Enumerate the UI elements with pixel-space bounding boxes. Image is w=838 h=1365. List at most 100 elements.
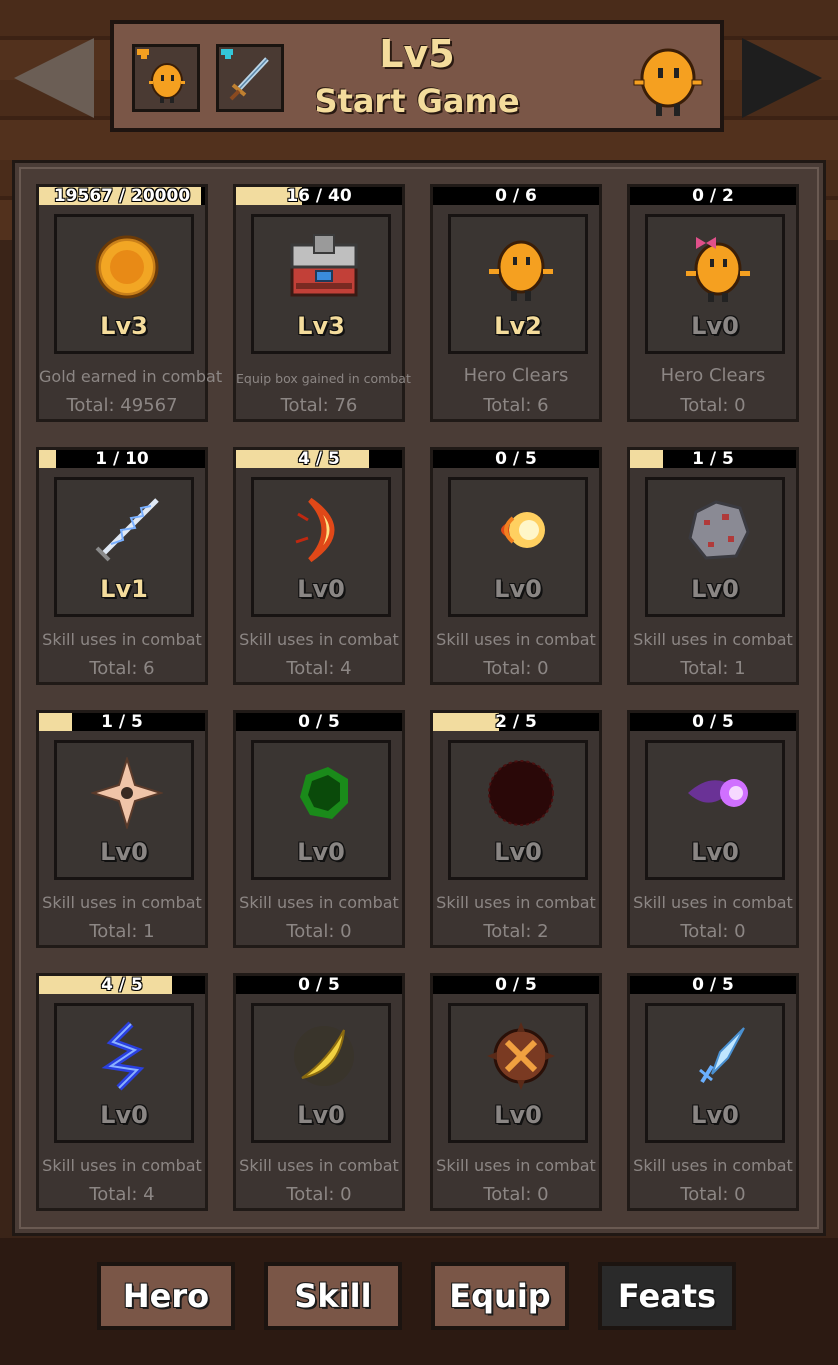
feat-description: Skill uses in combat [633, 893, 793, 912]
progress-bar: 0 / 5 [236, 976, 402, 994]
hero-bow-icon [686, 237, 750, 302]
feat-card[interactable]: 2 / 5 Lv0 Skill uses in combat Total: 2 [430, 710, 602, 948]
feat-description: Equip box gained in combat [236, 371, 411, 386]
hero-icon [489, 240, 553, 301]
feat-description: Skill uses in combat [42, 893, 202, 912]
feat-icon-box: Lv0 [251, 740, 391, 880]
progress-bar: 2 / 5 [433, 713, 599, 731]
progress-bar: 1 / 5 [39, 713, 205, 731]
ice-blade-icon [699, 1027, 745, 1084]
feat-total: Total: 6 [89, 658, 155, 679]
feat-total: Total: 0 [483, 1184, 549, 1205]
feat-icon-box: Lv0 [645, 214, 785, 354]
feat-icon-box: Lv0 [251, 477, 391, 617]
feat-card[interactable]: 0 / 5 Lv0 Skill uses in combat Total: 0 [627, 710, 799, 948]
feat-icon-box: Lv0 [54, 1003, 194, 1143]
feat-card[interactable]: 0 / 2 Lv0 Hero Clears Total: 0 [627, 184, 799, 422]
feat-card[interactable]: 0 / 5 Lv0 Skill uses in combat Total: 0 [430, 973, 602, 1211]
progress-bar: 4 / 5 [236, 450, 402, 468]
feat-description: Skill uses in combat [633, 630, 793, 649]
feat-description: Skill uses in combat [42, 1156, 202, 1175]
next-arrow-button[interactable] [742, 38, 822, 118]
feat-level: Lv0 [297, 838, 345, 866]
feat-total: Total: 0 [680, 1184, 746, 1205]
progress-bar: 0 / 2 [630, 187, 796, 205]
feat-card[interactable]: 0 / 5 Lv0 Skill uses in combat Total: 0 [233, 710, 405, 948]
progress-text: 0 / 5 [298, 976, 340, 994]
feat-card[interactable]: 19567 / 20000 Lv3 Gold earned in combat Tot… [36, 184, 223, 422]
progress-bar: 16 / 40 [236, 187, 402, 205]
feat-description: Skill uses in combat [239, 893, 399, 912]
tab-hero[interactable]: Hero [97, 1262, 235, 1330]
tab-skill[interactable]: Skill [264, 1262, 402, 1330]
equip-box-icon [290, 234, 358, 297]
feat-description: Skill uses in combat [436, 630, 596, 649]
feat-level: Lv0 [100, 838, 148, 866]
progress-bar: 1 / 5 [630, 450, 796, 468]
feat-total: Total: 4 [89, 1184, 155, 1205]
feat-card[interactable]: 4 / 5 Lv0 Skill uses in combat Total: 4 [36, 973, 208, 1211]
feat-total: Total: 1 [89, 921, 155, 942]
feat-total: Total: 49567 [66, 395, 178, 416]
feat-card[interactable]: 0 / 6 Lv2 Hero Clears Total: 6 [430, 184, 602, 422]
feat-card[interactable]: 16 / 40 Lv3 Equip box gained in combat Tota… [233, 184, 411, 422]
feat-card[interactable]: 0 / 5 Lv0 Skill uses in combat Total: 0 [627, 973, 799, 1211]
feat-card[interactable]: 0 / 5 Lv0 Skill uses in combat Total: 0 [430, 447, 602, 685]
progress-text: 4 / 5 [101, 976, 143, 994]
tab-equip[interactable]: Equip [431, 1262, 569, 1330]
hero-portrait-icon [633, 48, 703, 116]
progress-text: 2 / 5 [495, 713, 537, 731]
feat-icon-box: Lv0 [251, 1003, 391, 1143]
feat-card[interactable]: 1 / 5 Lv0 Skill uses in combat Total: 1 [36, 710, 208, 948]
progress-bar: 0 / 5 [630, 713, 796, 731]
feat-icon-box: Lv0 [54, 740, 194, 880]
progress-text: 0 / 5 [298, 713, 340, 731]
feat-level: Lv0 [691, 838, 739, 866]
progress-bar: 0 / 5 [630, 976, 796, 994]
feat-level: Lv0 [100, 1101, 148, 1129]
feat-total: Total: 0 [286, 1184, 352, 1205]
feat-icon-box: Lv0 [645, 740, 785, 880]
feat-icon-box: Lv3 [251, 214, 391, 354]
feat-description: Skill uses in combat [436, 893, 596, 912]
feat-card[interactable]: 1 / 5 Lv0 Skill uses in combat Total: 1 [627, 447, 799, 685]
progress-text: 0 / 5 [692, 713, 734, 731]
progress-text: 16 / 40 [286, 187, 352, 205]
feat-level: Lv0 [691, 575, 739, 603]
feat-card[interactable]: 1 / 10 Lv1 Skill uses in combat Total: 6 [36, 447, 208, 685]
feat-card[interactable]: 0 / 5 Lv0 Skill uses in combat Total: 0 [233, 973, 405, 1211]
feat-description: Skill uses in combat [436, 1156, 596, 1175]
lightning-sword-icon [95, 498, 159, 562]
feat-icon-box: Lv0 [645, 1003, 785, 1143]
prev-arrow-button[interactable] [14, 38, 94, 118]
feat-description: Skill uses in combat [239, 1156, 399, 1175]
progress-text: 19567 / 20000 [53, 187, 191, 205]
feat-icon-box: Lv0 [645, 477, 785, 617]
feat-card[interactable]: 4 / 5 Lv0 Skill uses in combat Total: 4 [233, 447, 405, 685]
dark-orb-icon [488, 760, 554, 826]
feat-level: Lv0 [691, 312, 739, 340]
header-panel: Lv5 Start Game [110, 20, 724, 132]
progress-text: 4 / 5 [298, 450, 340, 468]
feat-description: Gold earned in combat [39, 367, 223, 386]
feat-description: Hero Clears [660, 365, 766, 386]
feat-description: Skill uses in combat [633, 1156, 793, 1175]
feat-description: Skill uses in combat [239, 630, 399, 649]
feat-level: Lv2 [494, 312, 542, 340]
progress-bar: 0 / 6 [433, 187, 599, 205]
progress-text: 1 / 5 [692, 450, 734, 468]
tab-feats[interactable]: Feats [598, 1262, 736, 1330]
progress-text: 0 / 2 [692, 187, 734, 205]
feat-level: Lv0 [494, 838, 542, 866]
feat-level: Lv3 [297, 312, 345, 340]
progress-text: 0 / 5 [495, 450, 537, 468]
feat-total: Total: 2 [483, 921, 549, 942]
golden-crescent-icon [294, 1026, 354, 1086]
feat-level: Lv0 [494, 575, 542, 603]
feat-total: Total: 1 [680, 658, 746, 679]
feat-level: Lv0 [297, 575, 345, 603]
feat-total: Total: 0 [680, 921, 746, 942]
progress-text: 1 / 10 [95, 450, 149, 468]
shuriken-icon [91, 757, 163, 829]
progress-text: 0 / 5 [692, 976, 734, 994]
